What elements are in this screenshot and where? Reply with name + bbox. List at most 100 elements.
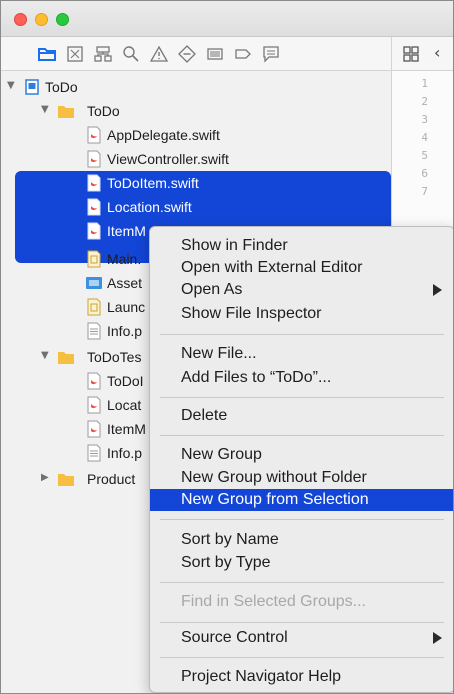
zoom-window-button[interactable] [56, 13, 69, 26]
symbol-navigator-icon[interactable] [93, 44, 113, 64]
chevron-left-icon[interactable]: ‹ [434, 43, 440, 62]
menu-item-label: New Group without Folder [181, 469, 367, 486]
source-control-navigator-icon[interactable] [65, 44, 85, 64]
tree-row-project-todo[interactable]: ▼ ToDo [1, 75, 391, 99]
menu-item-show-file-inspector[interactable]: Show File Inspector [150, 303, 453, 325]
debug-navigator-icon[interactable] [205, 44, 225, 64]
menu-item-label: Show File Inspector [181, 305, 322, 322]
menu-item-new-group-from-selection[interactable]: New Group from Selection [150, 489, 453, 511]
tree-row-label: Location.swift [107, 199, 192, 215]
storyboard-file-icon [85, 250, 103, 268]
menu-item-open-as[interactable]: Open As [150, 279, 453, 301]
menu-item-new-group-without-folder[interactable]: New Group without Folder [150, 467, 453, 489]
navigator-selector-bar [1, 37, 391, 71]
menu-item-new-group[interactable]: New Group [150, 444, 453, 466]
tree-row-label: Info.p [107, 323, 143, 339]
title-bar [1, 1, 453, 37]
folder-icon [57, 102, 75, 120]
menu-item-label: New File... [181, 345, 257, 362]
menu-item-add-files[interactable]: Add Files to “ToDo”... [150, 367, 453, 389]
tree-row-label: ToDoI [107, 373, 144, 389]
tree-row-label: Info.p [107, 445, 143, 461]
breakpoint-navigator-icon[interactable] [233, 44, 253, 64]
disclosure-expanded-icon[interactable]: ▼ [7, 80, 19, 92]
swift-file-icon [85, 372, 103, 390]
swift-file-icon [85, 126, 103, 144]
menu-item-label: New Group from Selection [181, 491, 369, 508]
swift-file-icon [85, 222, 103, 240]
tree-row-file-selected[interactable]: Location.swift [1, 195, 391, 219]
menu-separator [160, 582, 444, 583]
plist-file-icon [85, 322, 103, 340]
menu-item-label: Add Files to “ToDo”... [181, 369, 332, 386]
menu-item-label: Show in Finder [181, 237, 288, 254]
tree-row-label: Locat [107, 397, 142, 413]
tree-row-file[interactable]: ViewController.swift [1, 147, 391, 171]
tree-row-file[interactable]: AppDelegate.swift [1, 123, 391, 147]
folder-icon [57, 470, 75, 488]
menu-separator [160, 397, 444, 398]
tree-row-label: ToDoTes [87, 349, 142, 365]
menu-item-label: Sort by Type [181, 554, 271, 571]
plist-file-icon [85, 444, 103, 462]
line-number: 7 [421, 185, 428, 198]
menu-item-label: Source Control [181, 629, 288, 646]
xcode-window: ‹ 1 2 3 4 5 6 7 ▼ ToDo ▼ ToDo AppDelegat… [0, 0, 454, 694]
report-navigator-speech-bubble-icon[interactable] [261, 44, 281, 64]
menu-separator [160, 334, 444, 335]
tree-row-label: Asset [107, 275, 143, 291]
tree-row-label: ViewController.swift [107, 151, 229, 167]
editor-jump-bar: ‹ [392, 37, 453, 71]
menu-item-label: Find in Selected Groups... [181, 593, 366, 610]
menu-item-label: Project Navigator Help [181, 668, 342, 685]
menu-item-sort-by-name[interactable]: Sort by Name [150, 529, 453, 551]
tree-row-label: ItemM [107, 223, 146, 239]
tree-row-label: Launc [107, 299, 146, 315]
tree-row-label: Main. [107, 251, 142, 267]
menu-separator [160, 657, 444, 658]
submenu-arrow-icon [433, 632, 442, 644]
disclosure-collapsed-icon[interactable]: ▶ [41, 472, 53, 484]
minimize-window-button[interactable] [35, 13, 48, 26]
tree-row-label: ToDo [87, 103, 120, 119]
close-window-button[interactable] [14, 13, 27, 26]
menu-item-label: New Group [181, 446, 262, 463]
project-navigator-folder-icon[interactable] [37, 44, 57, 64]
tree-row-folder-todo[interactable]: ▼ ToDo [1, 99, 391, 123]
swift-file-icon [85, 150, 103, 168]
menu-item-label: Open As [181, 281, 243, 298]
menu-item-label: Delete [181, 407, 228, 424]
menu-item-new-file[interactable]: New File... [150, 343, 453, 365]
menu-item-source-control[interactable]: Source Control [150, 627, 453, 649]
menu-separator [160, 435, 444, 436]
asset-catalog-icon [85, 274, 103, 292]
test-navigator-diamond-icon[interactable] [177, 44, 197, 64]
swift-file-icon [85, 396, 103, 414]
tree-row-label: Product [87, 471, 136, 487]
tree-row-label: ToDo [45, 79, 78, 95]
issue-navigator-warning-icon[interactable] [149, 44, 169, 64]
menu-item-show-in-finder[interactable]: Show in Finder [150, 235, 453, 257]
menu-separator [160, 622, 444, 623]
menu-item-sort-by-type[interactable]: Sort by Type [150, 552, 453, 574]
line-number: 3 [421, 113, 428, 126]
line-number: 6 [421, 167, 428, 180]
line-number: 5 [421, 149, 428, 162]
tree-row-label: ItemM [107, 421, 146, 437]
submenu-arrow-icon [433, 284, 442, 296]
line-number: 2 [421, 95, 428, 108]
tree-row-label: ToDoItem.swift [107, 175, 199, 191]
line-number: 4 [421, 131, 428, 144]
disclosure-expanded-icon[interactable]: ▼ [41, 350, 53, 362]
menu-item-open-with-external-editor[interactable]: Open with External Editor [150, 257, 453, 279]
find-navigator-search-icon[interactable] [121, 44, 141, 64]
menu-item-project-navigator-help[interactable]: Project Navigator Help [150, 666, 453, 688]
tree-row-file-selected[interactable]: ToDoItem.swift [1, 171, 391, 195]
menu-separator [160, 519, 444, 520]
disclosure-expanded-icon[interactable]: ▼ [41, 104, 53, 116]
tree-row-label: AppDelegate.swift [107, 127, 220, 143]
swift-file-icon [85, 174, 103, 192]
related-items-grid-icon[interactable] [402, 45, 420, 63]
menu-item-delete[interactable]: Delete [150, 405, 453, 427]
swift-file-icon [85, 420, 103, 438]
